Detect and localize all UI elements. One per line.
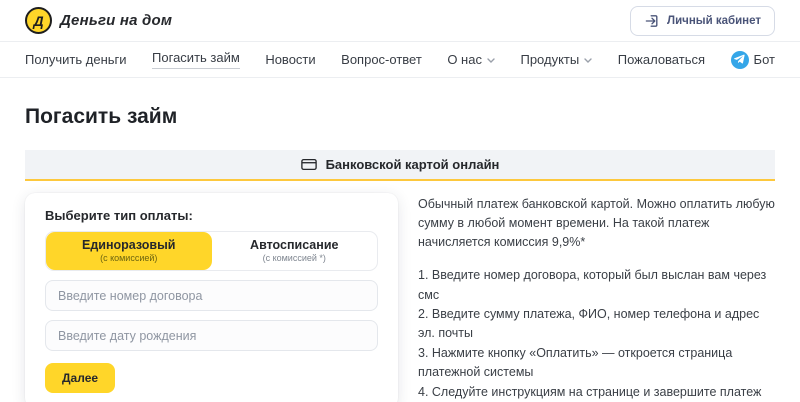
payment-method-label: Банковской картой онлайн: [326, 157, 500, 172]
telegram-icon: [731, 51, 749, 69]
personal-account-button[interactable]: Личный кабинет: [630, 6, 775, 36]
chevron-down-icon: [487, 58, 495, 63]
payment-form-card: Выберите тип оплаты: Единоразовый (с ком…: [25, 193, 398, 402]
instruction-step: 3. Нажмите кнопку «Оплатить» — откроется…: [418, 344, 775, 383]
chevron-down-icon: [584, 58, 592, 63]
instructions-steps: 1. Введите номер договора, который был в…: [418, 266, 775, 402]
login-icon: [644, 13, 660, 29]
main-nav: Получить деньги Погасить займ Новости Во…: [0, 41, 800, 78]
bank-card-icon: [301, 158, 317, 171]
tab-one-time-payment[interactable]: Единоразовый (с комиссией): [46, 232, 212, 270]
nav-item-get-money[interactable]: Получить деньги: [25, 52, 127, 67]
nav-item-repay-loan[interactable]: Погасить займ: [152, 50, 240, 69]
content-row: Выберите тип оплаты: Единоразовый (с ком…: [25, 193, 775, 402]
nav-item-about[interactable]: О нас: [447, 52, 495, 67]
top-header: Д Деньги на дом Личный кабинет: [0, 0, 800, 41]
instruction-step: 2. Введите сумму платежа, ФИО, номер тел…: [418, 305, 775, 344]
payment-type-tabs: Единоразовый (с комиссией) Автосписание …: [45, 231, 378, 271]
nav-item-faq[interactable]: Вопрос-ответ: [341, 52, 422, 67]
next-button[interactable]: Далее: [45, 363, 115, 393]
brand-logo[interactable]: Д Деньги на дом: [25, 7, 172, 34]
nav-item-products[interactable]: Продукты: [520, 52, 592, 67]
page-title: Погасить займ: [25, 105, 775, 129]
personal-account-label: Личный кабинет: [667, 15, 761, 27]
instruction-step: 1. Введите номер договора, который был в…: [418, 266, 775, 305]
nav-item-telegram-bot[interactable]: Бот: [731, 51, 775, 69]
tab-auto-debit[interactable]: Автосписание (с комиссией *): [212, 232, 378, 270]
birth-date-input[interactable]: [45, 320, 378, 351]
logo-glyph: Д: [33, 14, 43, 28]
instructions-intro: Обычный платеж банковской картой. Можно …: [418, 195, 775, 251]
nav-item-news[interactable]: Новости: [265, 52, 315, 67]
payment-method-banner[interactable]: Банковской картой онлайн: [25, 150, 775, 181]
brand-name: Деньги на дом: [60, 12, 172, 29]
page-content: Погасить займ Банковской картой онлайн В…: [0, 105, 800, 402]
payment-type-label: Выберите тип оплаты:: [45, 208, 378, 223]
nav-item-complain[interactable]: Пожаловаться: [618, 52, 705, 67]
contract-number-input[interactable]: [45, 280, 378, 311]
brand-logo-icon: Д: [25, 7, 52, 34]
instruction-step: 4. Следуйте инструкциям на странице и за…: [418, 383, 775, 402]
payment-instructions: Обычный платеж банковской картой. Можно …: [418, 193, 775, 402]
